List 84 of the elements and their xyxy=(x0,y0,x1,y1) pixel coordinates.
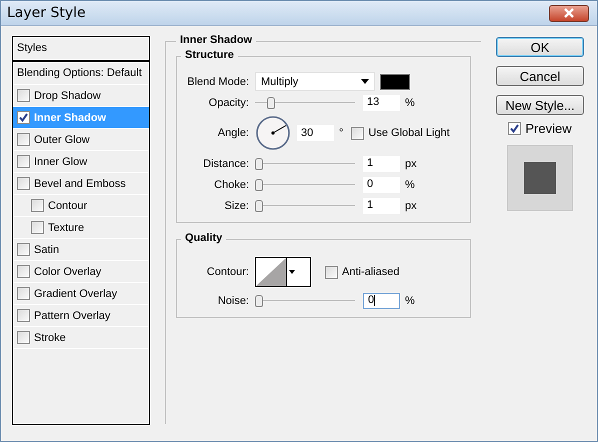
field-label: Blend Mode: xyxy=(186,76,250,88)
input-field[interactable]: 13 xyxy=(363,94,400,110)
dialog-button[interactable]: New Style... xyxy=(496,95,584,115)
field-label: Opacity: xyxy=(208,96,250,108)
style-label: Inner Shadow xyxy=(34,112,106,124)
checkbox[interactable] xyxy=(17,265,30,278)
style-item[interactable]: Contour xyxy=(13,195,149,217)
blend-mode-dropdown[interactable]: Multiply xyxy=(255,72,375,91)
input-field[interactable]: 0 xyxy=(363,176,400,192)
checkbox[interactable] xyxy=(17,89,30,102)
style-label: Texture xyxy=(48,222,84,234)
checkbox[interactable] xyxy=(17,243,30,256)
style-label: Gradient Overlay xyxy=(34,288,118,300)
slider-thumb[interactable] xyxy=(266,96,275,108)
checkbox[interactable] xyxy=(17,287,30,300)
group-title: Structure xyxy=(181,49,238,61)
input-field[interactable]: 0 xyxy=(363,292,400,308)
style-label: Satin xyxy=(34,244,60,256)
field-label: Noise: xyxy=(216,294,250,306)
unit-label: % xyxy=(405,96,415,108)
input-field[interactable]: 1 xyxy=(363,156,400,172)
field-label: Distance: xyxy=(202,158,250,170)
caret-icon xyxy=(288,270,294,274)
style-item[interactable]: Gradient Overlay xyxy=(13,283,149,305)
style-label: Color Overlay xyxy=(34,266,102,278)
field-label: Angle: xyxy=(216,127,250,139)
group-title: Inner Shadow xyxy=(176,34,256,46)
contour-curve-icon xyxy=(256,258,286,286)
checkbox[interactable] xyxy=(325,266,338,278)
style-item[interactable]: Color Overlay xyxy=(13,261,149,283)
checkbox-label: Use Global Light xyxy=(368,127,450,139)
color-swatch[interactable] xyxy=(380,74,410,90)
style-item[interactable]: Satin xyxy=(13,239,149,261)
style-label: Contour xyxy=(48,200,88,212)
unit-label: px xyxy=(405,200,417,212)
checkbox[interactable] xyxy=(17,155,30,168)
field-label: Size: xyxy=(224,200,250,212)
checkbox[interactable] xyxy=(31,199,44,212)
style-item[interactable]: Stroke xyxy=(13,327,149,349)
style-item[interactable]: Texture xyxy=(13,217,149,239)
checkbox[interactable] xyxy=(17,133,30,146)
slider-thumb[interactable] xyxy=(255,294,263,306)
input-field[interactable]: 1 xyxy=(363,198,400,214)
styles-header[interactable]: Styles xyxy=(13,37,149,62)
group-title: Quality xyxy=(181,232,226,244)
checkbox[interactable] xyxy=(508,122,522,135)
input-field[interactable]: 30 xyxy=(297,125,334,141)
checkbox[interactable] xyxy=(17,111,30,124)
checkbox[interactable] xyxy=(17,177,30,190)
window-title: Layer Style xyxy=(7,5,86,21)
slider-thumb[interactable] xyxy=(255,178,263,190)
dialog-button[interactable]: Cancel xyxy=(496,66,584,86)
unit-label: ° xyxy=(339,127,344,139)
style-label: Bevel and Emboss xyxy=(34,178,126,190)
close-icon xyxy=(563,8,575,18)
contour-picker[interactable] xyxy=(255,257,311,287)
field-label: Contour: xyxy=(206,266,250,278)
checkbox[interactable] xyxy=(31,221,44,234)
caret-icon xyxy=(361,79,369,84)
style-label: Outer Glow xyxy=(34,134,90,146)
style-label: Drop Shadow xyxy=(34,90,101,102)
preview-square xyxy=(524,162,556,194)
style-label: Stroke xyxy=(34,332,66,344)
style-item[interactable]: Outer Glow xyxy=(13,129,149,151)
style-item[interactable]: Pattern Overlay xyxy=(13,305,149,327)
style-label: Inner Glow xyxy=(34,156,88,168)
style-label: Pattern Overlay xyxy=(34,310,110,322)
close-button[interactable] xyxy=(549,4,589,22)
style-item[interactable]: Bevel and Emboss xyxy=(13,173,149,195)
slider-thumb[interactable] xyxy=(255,158,263,170)
checkbox[interactable] xyxy=(17,309,30,322)
style-item[interactable]: Inner Glow xyxy=(13,151,149,173)
checkbox-label: Preview xyxy=(525,121,572,136)
unit-label: % xyxy=(405,178,415,190)
angle-dial[interactable] xyxy=(255,115,291,151)
checkbox-label: Anti-aliased xyxy=(342,266,400,278)
slider-thumb[interactable] xyxy=(255,200,263,212)
blending-options-item[interactable]: Blending Options: Default xyxy=(13,62,149,85)
unit-label: px xyxy=(405,158,417,170)
dialog-button[interactable]: OK xyxy=(496,37,584,57)
field-label: Choke: xyxy=(213,178,250,190)
checkbox[interactable] xyxy=(17,331,30,344)
checkbox[interactable] xyxy=(351,126,364,140)
unit-label: % xyxy=(405,294,415,306)
